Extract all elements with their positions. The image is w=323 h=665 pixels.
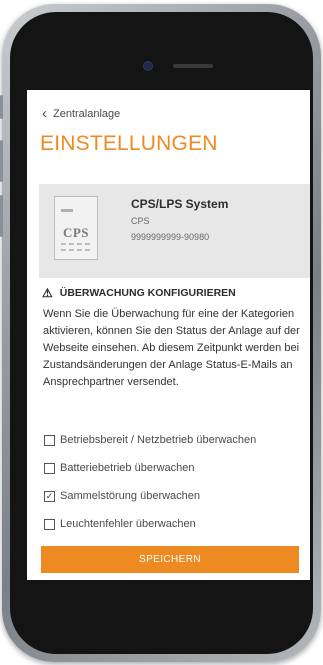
back-button[interactable]: ‹ Zentralanlage	[42, 106, 120, 122]
chevron-left-icon: ‹	[42, 105, 47, 122]
front-camera	[143, 61, 153, 71]
volume-down-button	[0, 195, 3, 237]
option-leuchtenfehler[interactable]: Leuchtenfehler überwachen	[44, 518, 196, 530]
back-label: Zentralanlage	[53, 108, 121, 120]
section-heading-label: ÜBERWACHUNG KONFIGURIEREN	[59, 287, 236, 299]
checkbox-sammelstoerung[interactable]: ✓	[44, 490, 55, 502]
option-label: Leuchtenfehler überwachen	[60, 518, 196, 530]
section-description: Wenn Sie die Überwachung für eine der Ka…	[43, 308, 300, 388]
option-label: Betriebsbereit / Netzbetrieb überwachen	[60, 434, 257, 446]
option-sammelstoerung[interactable]: ✓ Sammelstörung überwachen	[44, 490, 200, 502]
earpiece-speaker	[173, 64, 213, 68]
volume-up-button	[0, 140, 3, 182]
section-heading: ⚠ ÜBERWACHUNG KONFIGURIEREN	[42, 286, 236, 300]
page-title: EINSTELLUNGEN	[40, 132, 218, 155]
device-card: CPS CPS/LPS System CPS 9999999999-90980	[39, 184, 310, 278]
option-label: Batteriebetrieb überwachen	[60, 462, 195, 474]
option-batteriebetrieb[interactable]: Batteriebetrieb überwachen	[44, 462, 195, 474]
app-screen: ‹ Zentralanlage EINSTELLUNGEN CPS CPS/LP…	[27, 90, 310, 580]
device-name: CPS/LPS System	[131, 197, 229, 211]
document-label: CPS	[62, 225, 90, 240]
save-button[interactable]: SPEICHERN	[41, 546, 299, 573]
warning-icon: ⚠	[42, 286, 53, 300]
checkbox-batteriebetrieb[interactable]	[44, 462, 55, 474]
mute-switch	[0, 95, 3, 119]
checkbox-leuchtenfehler[interactable]	[44, 518, 55, 530]
option-label: Sammelstörung überwachen	[60, 490, 201, 502]
document-icon: CPS	[54, 196, 98, 260]
option-betriebsbereit[interactable]: Betriebsbereit / Netzbetrieb überwachen	[44, 434, 256, 446]
checkbox-betriebsbereit[interactable]	[44, 434, 55, 446]
device-type: CPS	[131, 216, 150, 226]
device-serial: 9999999999-90980	[131, 232, 210, 242]
